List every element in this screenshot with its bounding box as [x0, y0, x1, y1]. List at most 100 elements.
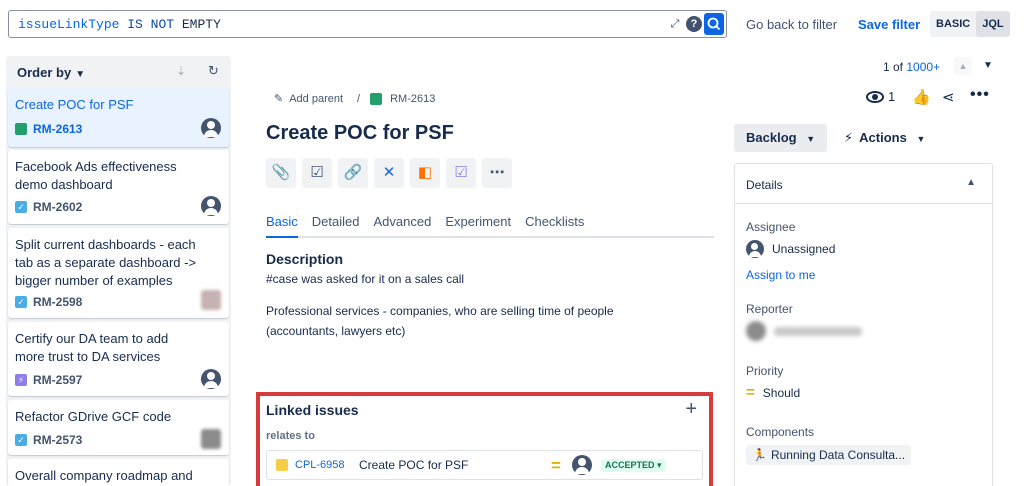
next-issue-button[interactable]: ▼ — [980, 57, 996, 75]
thumbs-up-icon[interactable]: 👍 — [912, 88, 931, 106]
list-item-key: RM-2613 — [15, 122, 82, 136]
reporter-label: Reporter — [746, 302, 793, 316]
components-label: Components — [746, 425, 815, 439]
linked-issue-summary[interactable]: Create POC for PSF — [359, 458, 468, 472]
description-text[interactable]: (accountants, lawyers etc) — [266, 324, 405, 338]
link-issue-icon[interactable]: 🔗 — [338, 158, 368, 188]
jql-search-input[interactable]: issueLinkType IS NOT EMPTY ⤢ ? — [8, 10, 727, 38]
status-badge[interactable]: ACCEPTED ▾ — [601, 459, 666, 472]
go-back-to-filter-link[interactable]: Go back to filter — [746, 17, 837, 32]
list-item[interactable]: Create POC for PSF RM-2613 — [8, 88, 229, 147]
avatar — [201, 290, 221, 310]
list-item[interactable]: Facebook Ads effectiveness demo dashboar… — [8, 150, 229, 224]
actions-dropdown-button[interactable]: ⚡ Actions ▼ — [836, 124, 933, 152]
avatar — [201, 429, 221, 449]
add-parent-link[interactable]: Add parent — [289, 93, 343, 105]
tab-basic[interactable]: Basic — [266, 214, 298, 238]
component-chip[interactable]: 🏃 Running Data Consulta... — [746, 445, 912, 465]
task-icon: ✓ — [15, 434, 27, 446]
basic-mode-button[interactable]: BASIC — [930, 11, 976, 37]
integration-app-icon[interactable]: ◧ — [410, 158, 440, 188]
list-item-title: Refactor GDrive GCF code — [15, 409, 172, 424]
issue-key: RM-2573 — [33, 433, 83, 447]
add-link-icon[interactable]: + — [685, 398, 697, 421]
pager-total-link[interactable]: 1000+ — [906, 60, 940, 74]
story-icon — [370, 92, 383, 105]
assign-to-me-link[interactable]: Assign to me — [746, 268, 815, 282]
reporter-field[interactable] — [746, 320, 862, 342]
help-icon[interactable]: ? — [686, 16, 702, 32]
chevron-down-icon: ▼ — [806, 134, 816, 144]
attachment-icon[interactable]: 📎 — [266, 158, 296, 188]
tab-experiment[interactable]: Experiment — [445, 214, 511, 238]
assignee-field[interactable]: Unassigned — [746, 240, 835, 258]
description-heading: Description — [266, 251, 344, 267]
issue-key: RM-2613 — [33, 122, 83, 136]
linked-issue-row[interactable]: CPL-6958 Create POC for PSF = ACCEPTED ▾ — [266, 450, 703, 480]
task-icon: ✓ — [15, 201, 27, 213]
avatar — [201, 196, 221, 216]
order-by-button[interactable]: Order by ▼ — [17, 65, 85, 80]
search-button[interactable] — [704, 13, 724, 35]
checklist-app-icon[interactable]: ☑ — [446, 158, 476, 188]
share-icon[interactable]: ⋖ — [942, 88, 955, 106]
tab-advanced[interactable]: Advanced — [374, 214, 432, 238]
breadcrumb-issue-key[interactable]: RM-2613 — [390, 93, 435, 105]
save-filter-button[interactable]: Save filter — [858, 17, 920, 32]
list-item-key: ✓ RM-2598 — [15, 295, 82, 309]
chevron-up-icon[interactable]: ▲ — [966, 177, 976, 188]
description-text[interactable]: Professional services - companies, who a… — [266, 304, 614, 318]
priority-field[interactable]: = Should — [746, 384, 800, 401]
search-mode-toggle[interactable]: BASIC JQL — [930, 11, 1010, 37]
reporter-name-redacted — [774, 327, 862, 336]
tab-detailed[interactable]: Detailed — [312, 214, 360, 238]
more-actions-icon[interactable]: ⋯ — [482, 158, 512, 188]
jql-query-text[interactable]: issueLinkType IS NOT EMPTY — [18, 17, 221, 32]
priority-label: Priority — [746, 364, 784, 378]
sort-direction-icon[interactable]: ⇣ — [176, 64, 186, 78]
more-icon[interactable]: ••• — [970, 86, 990, 104]
previous-issue-button[interactable]: ▲ — [954, 57, 972, 75]
list-item[interactable]: Overall company roadmap and OKRs — [8, 459, 229, 486]
list-item[interactable]: Split current dashboards - each tab as a… — [8, 228, 229, 318]
confluence-icon[interactable]: ✕ — [374, 158, 404, 188]
status-dropdown-button[interactable]: Backlog ▼ — [734, 124, 828, 152]
issue-pager: 1 of 1000+ — [883, 60, 940, 74]
details-header[interactable]: Details ▲ — [735, 164, 992, 204]
runner-icon: 🏃 — [752, 448, 767, 462]
issue-action-toolbar: 📎 ☑ 🔗 ✕ ◧ ☑ ⋯ — [266, 158, 512, 188]
avatar — [746, 321, 766, 341]
list-item-title: Overall company roadmap and OKRs — [15, 468, 193, 483]
order-by-label: Order by — [17, 65, 72, 80]
page-title[interactable]: Create POC for PSF — [266, 122, 454, 145]
jql-field: issueLinkType — [18, 17, 120, 32]
list-item-key: ✓ RM-2602 — [15, 200, 82, 214]
list-item[interactable]: Refactor GDrive GCF code ✓ RM-2573 — [8, 400, 229, 455]
list-item-title: Split current dashboards - each tab as a… — [15, 237, 197, 288]
issue-key: RM-2597 — [33, 373, 83, 387]
expand-icon[interactable]: ⤢ — [668, 17, 682, 31]
list-item-key: ✓ RM-2573 — [15, 433, 82, 447]
eye-icon — [866, 90, 884, 103]
list-item-title: Facebook Ads effectiveness demo dashboar… — [15, 159, 177, 192]
details-title: Details — [746, 178, 783, 192]
refresh-icon[interactable]: ↻ — [208, 63, 219, 79]
tab-checklists[interactable]: Checklists — [525, 214, 584, 238]
issue-tabs: Basic Detailed Advanced Experiment Check… — [266, 214, 714, 238]
jql-mode-button[interactable]: JQL — [976, 11, 1010, 37]
add-child-issue-icon[interactable]: ☑ — [302, 158, 332, 188]
priority-value: Should — [762, 385, 801, 400]
list-item[interactable]: Certify our DA team to add more trust to… — [8, 322, 229, 396]
pager-prefix: 1 of — [883, 60, 904, 74]
priority-medium-icon: = — [551, 456, 561, 475]
list-item-title: Create POC for PSF — [15, 97, 134, 112]
actions-button-label: Actions — [859, 130, 907, 145]
list-header: Order by ▼ ⇣ ↻ — [6, 56, 231, 88]
avatar — [572, 455, 592, 475]
description-text[interactable]: #case was asked for it on a sales call — [266, 272, 464, 286]
avatar — [201, 118, 221, 138]
avatar — [746, 240, 764, 258]
status-text: ACCEPTED — [605, 460, 655, 470]
watchers-button[interactable]: 1 — [866, 89, 895, 104]
linked-issue-key[interactable]: CPL-6958 — [295, 459, 345, 471]
